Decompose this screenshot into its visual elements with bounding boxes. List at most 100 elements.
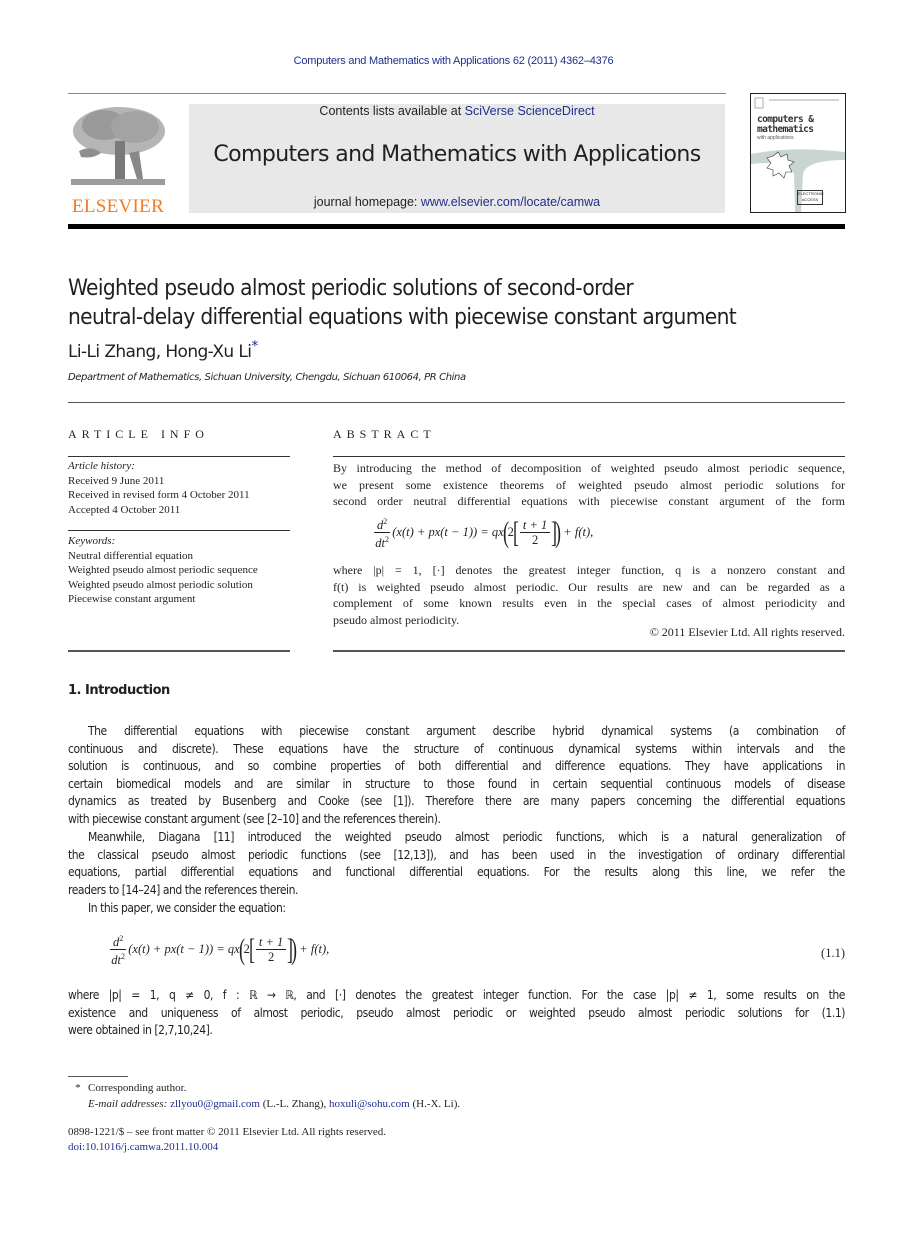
keyword-item: Weighted pseudo almost periodic sequence [68,564,258,576]
abstract-line: second order neutral differential equati… [333,494,845,508]
journal-banner: Contents lists available at SciVerse Sci… [189,104,725,213]
journal-cover[interactable]: computers & mathematics with application… [750,93,846,213]
article-title-line1: Weighted pseudo almost periodic solution… [68,275,634,301]
floor-fraction: t + 1 2 [519,518,551,547]
history-accepted: Accepted 4 October 2011 [68,503,181,516]
keyword-item: Weighted pseudo almost periodic solution [68,578,253,591]
paragraph-line: Meanwhile, Diagana [11] introduced the w… [88,830,845,844]
paragraph-line: certain biomedical models and are simila… [68,776,845,791]
keyword-item: Piecewise constant argument [68,593,196,605]
paragraph-line: In this paper, we consider the equation: [88,901,286,915]
section-heading-introduction: 1. Introduction [68,683,170,698]
keyword-item: Neutral differential equation [68,549,194,562]
title-rule [68,402,845,403]
header-thick-rule [68,224,845,229]
derivative-fraction: d2 dt2 [110,932,127,968]
abstract-line: f(t) is weighted pseudo almost periodic.… [333,579,845,594]
cover-title-line2: mathematics [757,124,814,135]
paragraph-line: the classical pseudo almost periodic fun… [68,847,845,862]
article-history: Article history: Received 9 June 2011 Re… [68,459,308,517]
corresponding-author-mark[interactable]: * [251,338,258,354]
running-head[interactable]: Computers and Mathematics with Applicati… [0,55,907,67]
keywords-label: Keywords: [68,535,116,547]
paragraph-line: solution is continuous, and so combine p… [68,759,845,773]
contents-line: Contents lists available at SciVerse Sci… [189,104,725,118]
contents-prefix: Contents lists available at [319,104,465,118]
intro-paragraph-1: The differential equations with piecewis… [68,723,845,828]
homepage-line: journal homepage: www.elsevier.com/locat… [189,195,725,209]
sciencedirect-link[interactable]: SciVerse ScienceDirect [465,104,595,118]
abstract-line: where |p| = 1, [·] denotes the greatest … [333,563,845,577]
email-owner-zhang: (L.-L. Zhang), [262,1098,327,1110]
corresponding-author-note: Corresponding author. [88,1082,187,1094]
homepage-prefix: journal homepage: [313,195,421,209]
abstract-line: complement of some known results even in… [333,596,845,610]
doi-link[interactable]: doi:10.1016/j.camwa.2011.10.004 [68,1140,218,1154]
history-revised: Received in revised form 4 October 2011 [68,489,250,501]
front-matter-line: 0898-1221/$ – see front matter © 2011 El… [68,1126,387,1138]
equation-rhs: + f(t), [299,942,330,957]
article-title-line2: neutral-delay differential equations wit… [68,304,737,330]
author-names: Li-Li Zhang, Hong-Xu Li [68,342,252,362]
email-owner-li: (H.-X. Li). [412,1098,461,1110]
equation-lhs: (x(t) + px(t − 1)) = qx [392,525,504,540]
paragraph-line: readers to [14–24] and the references th… [68,882,298,897]
keywords: Keywords: Neutral differential equation … [68,534,308,607]
abstract-line: By introducing the method of decompositi… [333,461,845,475]
journal-title: Computers and Mathematics with Applicati… [213,142,701,167]
elsevier-logo[interactable]: ELSEVIER [68,103,168,217]
footnote-rule [68,1076,128,1077]
article-history-label: Article history: [68,460,135,472]
cover-badge: ELECTRONIC ACCESS [797,190,824,205]
paragraph-line: equations, partial differential equation… [68,865,845,879]
cover-subtitle: with applications [757,135,794,141]
affiliation: Department of Mathematics, Sichuan Unive… [68,372,466,383]
footnote-corresponding: * Corresponding author. [68,1081,186,1095]
abstract-equation: d2 dt2 (x(t) + px(t − 1)) = qx (2[ t + 1… [374,515,594,551]
equation-body: d2 dt2 (x(t) + px(t − 1)) = qx (2[ t + 1… [110,932,330,968]
keywords-rule [68,530,290,531]
order-superscript: 2 [383,517,388,526]
abstract-copyright: © 2011 Elsevier Ltd. All rights reserved… [649,625,845,639]
abstract-text-part2: where |p| = 1, [·] denotes the greatest … [333,562,845,628]
email-link-li[interactable]: hoxuli@sohu.com [329,1098,410,1110]
dt-symbol: dt [111,953,121,968]
derivative-fraction: d2 dt2 [374,515,391,551]
homepage-link[interactable]: www.elsevier.com/locate/camwa [421,195,600,209]
abstract-heading: ABSTRACT [333,427,436,441]
fraction-denominator: 2 [267,950,275,965]
floor-fraction: t + 1 2 [255,935,287,965]
equation-number: (1.1) [821,946,845,960]
abstract-line: we present some existence theorems of we… [333,477,845,492]
paragraph-line: dynamics as treated by Busenberg and Coo… [68,794,845,808]
dt-symbol: dt [375,536,385,551]
equation-rhs: + f(t), [563,525,594,540]
order-superscript: 2 [119,934,124,943]
email-label: E-mail addresses: [88,1098,168,1110]
intro-paragraph-3: In this paper, we consider the equation: [68,900,845,918]
footnote-emails: E-mail addresses: zllyou0@gmail.com (L.-… [88,1097,460,1111]
equation-lhs: (x(t) + px(t − 1)) = qx [128,942,240,957]
elsevier-tree-icon [71,107,165,185]
intro-paragraph-4: where |p| = 1, q ≠ 0, f : ℝ → ℝ, and [·]… [68,987,845,1040]
paragraph-line: where |p| = 1, q ≠ 0, f : ℝ → ℝ, and [·]… [68,988,845,1002]
abstract-text-part1: By introducing the method of decompositi… [333,460,845,510]
paragraph-line: existence and uniqueness of almost perio… [68,1005,845,1020]
elsevier-wordmark: ELSEVIER [71,196,165,217]
paragraph-line: continuous and discrete). These equation… [68,741,845,756]
article-info-heading: ARTICLE INFO [68,427,209,441]
article-info-rule [68,456,290,457]
article-title: Weighted pseudo almost periodic solution… [68,274,858,332]
article-info-bottom-rule [68,650,290,652]
fraction-numerator: t + 1 [255,935,287,951]
abstract-rule [333,456,845,457]
authors: Li-Li Zhang, Hong-Xu Li* [68,339,258,362]
intro-paragraph-2: Meanwhile, Diagana [11] introduced the w… [68,829,845,899]
order-superscript: 2 [120,952,125,962]
header-rule [68,93,726,94]
paragraph-line: were obtained in [2,7,10,24]. [68,1023,213,1037]
order-superscript: 2 [384,535,389,545]
fraction-numerator: t + 1 [519,518,551,534]
email-link-zhang[interactable]: zllyou0@gmail.com [170,1098,260,1110]
paragraph-line: with piecewise constant argument (see [2… [68,811,441,826]
